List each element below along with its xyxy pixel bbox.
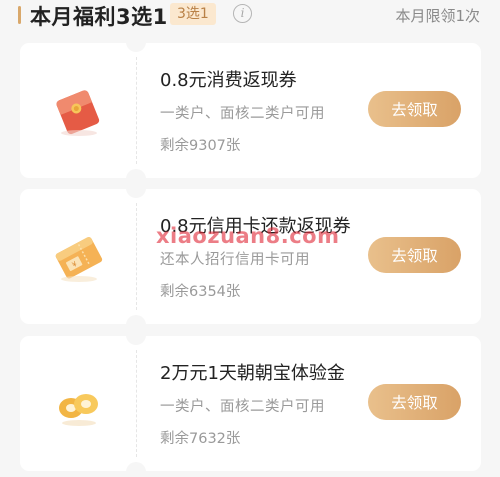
coupon-title: 2万元1天朝朝宝体验金 [160, 363, 345, 384]
claim-button[interactable]: 去领取 [368, 91, 461, 127]
coupon-desc: 一类户、面核二类户可用 [160, 399, 325, 415]
limit-text: 本月限领1次 [395, 7, 480, 25]
ticket-divider [136, 57, 137, 164]
claim-button[interactable]: 去领取 [368, 237, 461, 273]
coupon-desc: 一类户、面核二类户可用 [160, 106, 325, 122]
coupon-title: 0.8元信用卡还款返现券 [160, 216, 351, 237]
ticket-divider [136, 203, 137, 310]
coupon-remaining: 剩余6354张 [160, 284, 241, 300]
red-envelope-icon [48, 80, 108, 140]
claim-button[interactable]: 去领取 [368, 384, 461, 420]
coupon-card: 0.8元消费返现券 一类户、面核二类户可用 剩余9307张 去领取 [20, 42, 481, 179]
coupon-card: ¥ 0.8元信用卡还款返现券 还本人招行信用卡可用 剩余6354张 去领取 [20, 188, 481, 325]
ticket-divider [136, 350, 137, 457]
coupon-remaining: 剩余7632张 [160, 431, 241, 447]
info-icon[interactable]: i [233, 4, 252, 23]
section-title: 本月福利3选1 [30, 5, 168, 29]
section-header: 本月福利3选1 3选1 i 本月限领1次 [0, 0, 500, 30]
coupon-ticket-icon: ¥ [48, 226, 108, 286]
coupon-desc: 还本人招行信用卡可用 [160, 252, 310, 268]
welfare-page: 本月福利3选1 3选1 i 本月限领1次 0.8元消费返现券 一类户、面核二类户… [0, 0, 500, 477]
gold-coins-icon [48, 373, 108, 433]
coupon-card: 2万元1天朝朝宝体验金 一类户、面核二类户可用 剩余7632张 去领取 [20, 335, 481, 472]
coupon-remaining: 剩余9307张 [160, 138, 241, 154]
coupon-title: 0.8元消费返现券 [160, 70, 297, 91]
title-accent-bar [18, 6, 21, 24]
choice-badge: 3选1 [170, 3, 216, 25]
